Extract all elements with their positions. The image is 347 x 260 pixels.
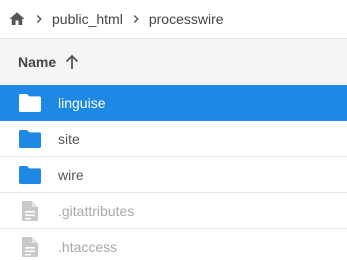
breadcrumb-item-processwire[interactable]: processwire — [149, 11, 224, 27]
file-name: .htaccess — [58, 238, 118, 255]
arrow-up-icon[interactable] — [65, 54, 79, 70]
breadcrumb-item-public-html[interactable]: public_html — [52, 11, 123, 27]
folder-row[interactable]: site — [0, 121, 347, 157]
file-name: site — [58, 130, 80, 147]
folder-icon — [18, 93, 42, 113]
folder-icon — [18, 129, 42, 149]
column-header-name[interactable]: Name — [0, 39, 347, 85]
chevron-right-icon — [129, 12, 143, 26]
breadcrumb: public_html processwire — [0, 0, 347, 38]
file-name: wire — [58, 166, 84, 183]
folder-icon — [18, 165, 42, 185]
file-row[interactable]: .gitattributes — [0, 193, 347, 229]
file-row[interactable]: .htaccess — [0, 229, 347, 260]
file-list: linguise site wire .gitattributes .htaccess — [0, 85, 347, 260]
file-icon — [18, 236, 42, 257]
home-icon[interactable] — [8, 10, 26, 28]
chevron-right-icon — [32, 12, 46, 26]
file-name: .gitattributes — [58, 202, 135, 219]
column-header-label: Name — [18, 54, 57, 70]
file-icon — [18, 200, 42, 221]
folder-row[interactable]: linguise — [0, 85, 347, 121]
folder-row[interactable]: wire — [0, 157, 347, 193]
file-name: linguise — [58, 94, 106, 111]
